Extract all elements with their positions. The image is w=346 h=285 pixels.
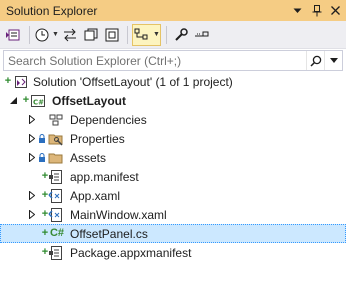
tree-item-label: Assets xyxy=(70,150,107,165)
properties-button[interactable] xyxy=(171,24,191,46)
refresh-button[interactable] xyxy=(81,24,101,46)
toolbar-separator xyxy=(29,25,30,44)
xaml-file-icon xyxy=(48,207,64,223)
tree-item-label: Properties xyxy=(70,131,125,146)
search-options-button[interactable] xyxy=(324,51,342,70)
lock-icon xyxy=(37,131,47,147)
collapsed-triangle-icon[interactable] xyxy=(27,191,37,201)
refresh-icon xyxy=(84,28,98,40)
search-icon xyxy=(309,55,321,67)
toolbar-separator xyxy=(165,25,167,44)
title-bar: Solution Explorer xyxy=(0,0,346,21)
collapsed-triangle-icon[interactable] xyxy=(27,210,37,220)
search-input[interactable]: Search Solution Explorer (Ctrl+;) xyxy=(4,54,306,68)
svg-text:C#: C# xyxy=(33,98,44,106)
package-manifest-icon xyxy=(48,245,64,261)
close-icon[interactable] xyxy=(327,2,344,19)
collapsed-triangle-icon[interactable] xyxy=(27,153,37,163)
chevron-down-icon[interactable]: ▼ xyxy=(153,31,160,38)
solution-icon xyxy=(13,74,29,90)
collapsed-triangle-icon[interactable] xyxy=(27,115,37,125)
toolbar-separator xyxy=(126,25,128,44)
tree-hierarchy-icon xyxy=(134,28,148,39)
dependencies-icon xyxy=(48,112,64,128)
csharp-project-icon: C# xyxy=(30,93,46,109)
pending-changes-filter-button[interactable]: ▼ xyxy=(34,24,59,46)
collapse-all-button[interactable] xyxy=(102,24,122,46)
collapsed-triangle-icon[interactable] xyxy=(27,134,37,144)
clock-icon xyxy=(35,28,49,41)
pin-icon[interactable] xyxy=(308,2,325,19)
toolbar: ▼ ▼ xyxy=(0,21,346,49)
chevron-down-icon xyxy=(329,58,338,63)
tree-item-label: OffsetPanel.cs xyxy=(70,226,148,241)
xaml-file-icon xyxy=(48,188,64,204)
chevron-down-icon[interactable]: ▼ xyxy=(52,31,59,38)
tree-item-offsetpanel-cs[interactable]: + C# OffsetPanel.cs xyxy=(0,224,346,243)
tree-item-project[interactable]: + C# OffsetLayout xyxy=(0,91,346,110)
switch-views-button[interactable] xyxy=(4,24,24,46)
tree-item-properties[interactable]: Properties xyxy=(0,129,346,148)
tree-item-label: Dependencies xyxy=(70,112,147,127)
properties-folder-icon xyxy=(48,131,64,147)
tree-item-label: Solution 'OffsetLayout' (1 of 1 project) xyxy=(33,74,233,89)
tree-item-app-manifest[interactable]: + app.manifest xyxy=(0,167,346,186)
sync-arrows-icon xyxy=(63,28,76,41)
manifest-file-icon xyxy=(48,169,64,185)
window-position-dropdown-icon[interactable] xyxy=(289,2,306,19)
wrench-icon xyxy=(175,27,188,41)
tree-item-label: OffsetLayout xyxy=(52,93,127,108)
tree-item-assets[interactable]: Assets xyxy=(0,148,346,167)
tree-item-label: app.manifest xyxy=(70,169,139,184)
tree-item-mainwindow-xaml[interactable]: + MainWindow.xaml xyxy=(0,205,346,224)
lock-icon xyxy=(37,150,47,166)
tree-item-app-xaml[interactable]: + App.xaml xyxy=(0,186,346,205)
sync-with-active-document-button[interactable] xyxy=(60,24,80,46)
expanded-triangle-icon[interactable] xyxy=(8,96,18,106)
preview-icon xyxy=(194,31,209,36)
collapse-all-icon xyxy=(105,28,119,41)
window-title: Solution Explorer xyxy=(6,3,98,18)
tree-item-label: App.xaml xyxy=(70,188,121,203)
tree-item-dependencies[interactable]: Dependencies xyxy=(0,110,346,129)
tree-item-solution[interactable]: + Solution 'OffsetLayout' (1 of 1 projec… xyxy=(0,72,346,91)
switch-views-icon xyxy=(6,29,20,40)
tree-item-package-appxmanifest[interactable]: + Package.appxmanifest xyxy=(0,243,346,262)
tree-item-label: MainWindow.xaml xyxy=(70,207,167,222)
preview-selected-items-button[interactable] xyxy=(192,24,212,46)
show-all-files-button[interactable]: ▼ xyxy=(131,23,161,46)
folder-icon xyxy=(48,150,64,166)
search-button[interactable] xyxy=(306,51,324,70)
csharp-file-icon: C# xyxy=(49,227,65,239)
search-box[interactable]: Search Solution Explorer (Ctrl+;) xyxy=(3,50,343,71)
tree-item-label: Package.appxmanifest xyxy=(70,245,192,260)
